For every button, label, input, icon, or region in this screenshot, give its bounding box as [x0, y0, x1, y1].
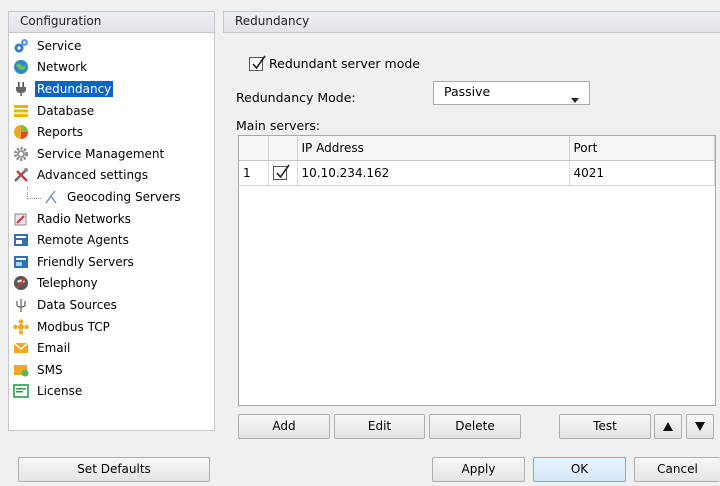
redundant-mode-row: Redundant server mode [249, 55, 420, 71]
add-button[interactable]: Add [238, 414, 330, 439]
apply-button[interactable]: Apply [432, 457, 525, 482]
configuration-header: Configuration [8, 11, 215, 33]
redundancy-mode-value: Passive [444, 84, 491, 99]
row-enabled-checkbox[interactable] [272, 164, 290, 180]
nav-item-label: Modbus TCP [37, 319, 110, 334]
redundant-mode-checkbox[interactable] [249, 55, 266, 71]
license-icon [13, 383, 29, 399]
nav-item-label: Redundancy [35, 80, 114, 97]
service-management-gear-icon [13, 146, 29, 162]
grid-header-row: IP Address Port [239, 136, 715, 161]
redundancy-header-title: Redundancy [235, 14, 310, 28]
ok-button[interactable]: OK [533, 457, 626, 482]
nav-item-geocoding-servers[interactable]: Geocoding Servers [9, 186, 214, 208]
nav-item-label: License [37, 384, 83, 399]
geocoding-icon [43, 189, 59, 205]
redundancy-mode-select[interactable]: Passive [433, 81, 590, 105]
move-up-button[interactable] [654, 414, 682, 439]
column-header-index [239, 136, 269, 161]
nav-item-friendly-servers[interactable]: Friendly Servers [9, 251, 214, 273]
modbus-icon [13, 318, 29, 335]
nav-item-remote-agents[interactable]: Remote Agents [9, 229, 214, 251]
main-servers-label: Main servers: [236, 118, 321, 133]
nav-item-radio-networks[interactable]: Radio Networks [9, 208, 214, 230]
redundancy-panel: Redundant server mode Redundancy Mode: P… [223, 33, 720, 439]
column-header-ip-address[interactable]: IP Address [297, 136, 570, 161]
telephony-icon [13, 275, 29, 291]
arrow-up-icon [663, 419, 673, 433]
database-icon [13, 103, 29, 119]
nav-item-label: Database [37, 103, 95, 118]
test-button[interactable]: Test [559, 414, 651, 439]
nav-item-redundancy[interactable]: Redundancy [9, 78, 214, 100]
radio-networks-icon [13, 211, 29, 227]
set-defaults-button[interactable]: Set Defaults [18, 457, 210, 482]
nav-item-label: Network [37, 60, 88, 75]
nav-item-data-sources[interactable]: Data Sources [9, 294, 214, 316]
nav-item-label: Friendly Servers [37, 254, 134, 269]
nav-item-label: Reports [37, 125, 84, 140]
nav-item-label: Geocoding Servers [67, 189, 181, 204]
advanced-settings-tools-icon [13, 167, 29, 183]
redundancy-header: Redundancy [223, 11, 720, 33]
service-gears-icon [13, 38, 29, 54]
column-header-port[interactable]: Port [569, 136, 715, 161]
cancel-button[interactable]: Cancel [634, 457, 720, 482]
reports-icon [13, 124, 29, 140]
remote-agents-icon [13, 232, 29, 248]
nav-item-database[interactable]: Database [9, 100, 214, 122]
nav-item-label: Radio Networks [37, 211, 131, 226]
row-enabled-cell [268, 160, 298, 186]
redundancy-mode-label: Redundancy Mode: [236, 90, 356, 105]
nav-item-network[interactable]: Network [9, 57, 214, 79]
nav-item-telephony[interactable]: Telephony [9, 273, 214, 295]
network-globe-icon [13, 59, 29, 75]
row-ip-address[interactable]: 10.10.234.162 [297, 160, 570, 186]
nav-item-label: Service Management [37, 146, 165, 161]
nav-item-reports[interactable]: Reports [9, 121, 214, 143]
nav-item-email[interactable]: Email [9, 337, 214, 359]
nav-item-label: Data Sources [37, 297, 117, 312]
sms-icon [13, 362, 29, 378]
configuration-header-title: Configuration [20, 14, 102, 28]
nav-item-label: SMS [37, 362, 63, 377]
main-servers-grid: IP Address Port 1 10.10.234.162 4021 [238, 135, 716, 406]
configuration-nav-tree: Service Network Redundancy Database Repo… [8, 33, 215, 431]
data-sources-icon [13, 297, 29, 313]
nav-item-label: Telephony [37, 276, 98, 291]
delete-button[interactable]: Delete [429, 414, 521, 439]
email-icon [13, 340, 29, 356]
edit-button[interactable]: Edit [334, 414, 425, 439]
nav-item-service[interactable]: Service [9, 35, 214, 57]
nav-item-label: Service [37, 38, 82, 53]
nav-item-label: Advanced settings [37, 168, 148, 183]
move-down-button[interactable] [686, 414, 714, 439]
nav-item-sms[interactable]: SMS [9, 359, 214, 381]
nav-item-label: Remote Agents [37, 233, 129, 248]
row-port[interactable]: 4021 [569, 160, 715, 186]
redundancy-plug-icon [13, 81, 29, 97]
nav-item-advanced-settings[interactable]: Advanced settings [9, 165, 214, 187]
redundant-mode-label: Redundant server mode [269, 56, 420, 71]
table-row[interactable]: 1 10.10.234.162 4021 [239, 160, 715, 186]
arrow-down-icon [695, 419, 705, 433]
tree-connector [27, 186, 41, 199]
friendly-servers-icon [13, 254, 29, 270]
nav-item-label: Email [37, 341, 71, 356]
dropdown-arrow-icon [571, 91, 579, 106]
nav-item-modbus-tcp[interactable]: Modbus TCP [9, 316, 214, 338]
row-index: 1 [239, 160, 269, 186]
column-header-enabled [268, 136, 298, 161]
nav-item-license[interactable]: License [9, 381, 214, 403]
nav-item-service-management[interactable]: Service Management [9, 143, 214, 165]
